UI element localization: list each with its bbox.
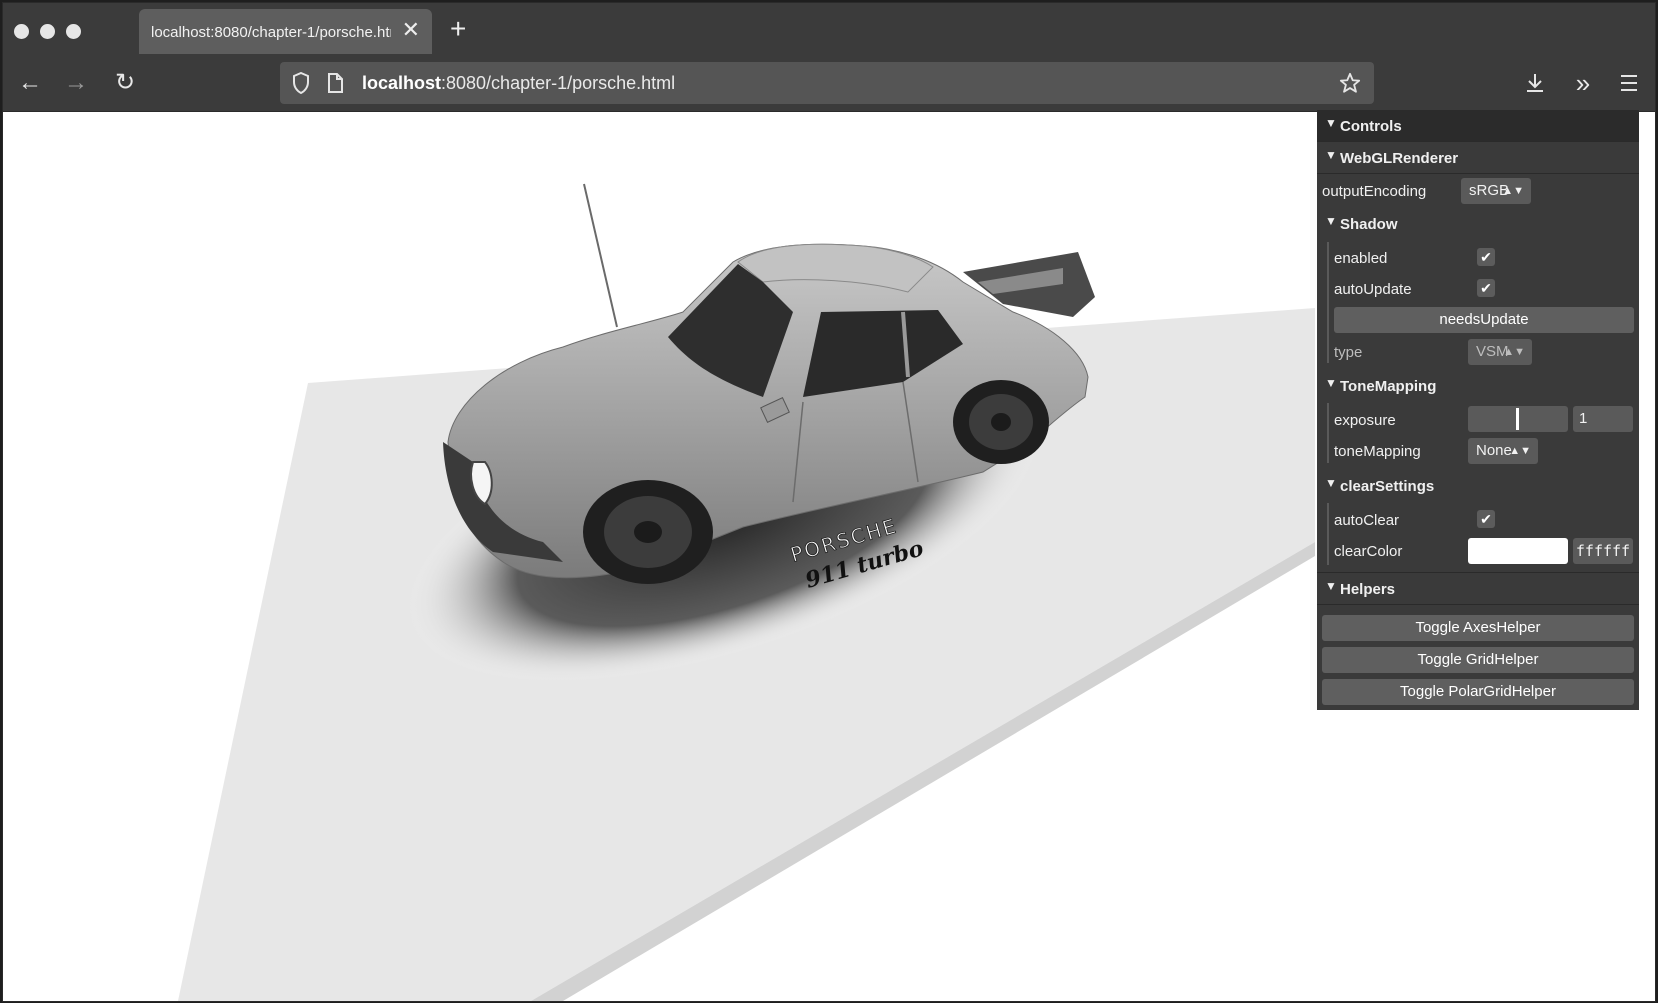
toggle-polargridhelper-button[interactable]: Toggle PolarGridHelper [1322,679,1634,705]
reload-icon[interactable]: ↻ [110,68,140,98]
shadow-enabled-label: enabled [1334,250,1388,267]
select-arrows-icon: ▲▼ [1503,346,1525,358]
needs-update-button[interactable]: needsUpdate [1334,307,1634,333]
chevron-down-icon: ▼ [1325,116,1337,130]
folder-clearsettings[interactable]: ▼ clearSettings [1317,470,1639,501]
car-front-wheel [583,480,713,584]
car-rear-wheel [953,380,1049,464]
folder-helpers[interactable]: ▼ Helpers [1317,572,1639,605]
autoclear-label: autoClear [1334,512,1400,529]
clearcolor-hex-input[interactable]: ffffff [1573,538,1633,564]
menu-icon[interactable] [1619,74,1639,92]
download-icon[interactable] [1524,72,1546,94]
url-host: localhost [362,73,442,93]
close-window-button[interactable] [14,24,29,39]
url-path: :8080/chapter-1/porsche.html [441,73,676,93]
output-encoding-select[interactable]: sRGB ▲▼ [1461,178,1531,204]
controls-panel: ▼ Controls ▼ WebGLRenderer outputEncodin… [1317,110,1639,710]
shadow-type-select[interactable]: VSM ▲▼ [1468,339,1532,365]
navigation-toolbar: ← → ↻ localhost:8080/chapter-1/porsche.h… [3,56,1655,112]
address-bar[interactable]: localhost:8080/chapter-1/porsche.html [280,62,1374,104]
output-encoding-label: outputEncoding [1322,183,1427,200]
clearcolor-row: clearColor ffffff [1317,535,1639,565]
forward-arrow-icon[interactable]: → [61,68,91,98]
tab-strip: localhost:8080/chapter-1/porsche.html ✕ … [3,3,1655,56]
shadow-type-row: type VSM ▲▼ [1317,336,1639,368]
shadow-autoupdate-label: autoUpdate [1334,281,1412,298]
tonemapping-row: toneMapping None ▲▼ [1317,435,1639,465]
tonemapping-label: toneMapping [1334,443,1421,460]
tonemapping-select[interactable]: None ▲▼ [1468,438,1538,464]
folder-shadow[interactable]: ▼ Shadow [1317,208,1639,239]
slider-handle[interactable] [1516,408,1519,430]
chevron-double-right-icon[interactable]: » [1568,68,1598,98]
browser-window: localhost:8080/chapter-1/porsche.html ✕ … [2,2,1656,1002]
shadow-enabled-checkbox[interactable]: ✔ [1477,248,1495,266]
back-arrow-icon[interactable]: ← [15,68,45,98]
url-text: localhost:8080/chapter-1/porsche.html [362,73,675,94]
exposure-number-input[interactable]: 1 [1573,406,1633,432]
maximize-window-button[interactable] [66,24,81,39]
autoclear-row: autoClear ✔ [1317,504,1639,534]
exposure-slider[interactable] [1468,406,1568,432]
select-arrows-icon: ▲▼ [1509,445,1531,457]
close-icon[interactable]: ✕ [402,19,420,41]
output-encoding-row: outputEncoding sRGB ▲▼ [1317,174,1639,208]
page-icon [328,73,343,93]
chevron-down-icon: ▼ [1325,579,1337,593]
shadow-type-label: type [1334,344,1363,361]
select-arrows-icon: ▲▼ [1502,185,1524,197]
shadow-autoupdate-row: autoUpdate ✔ [1317,274,1639,304]
exposure-label: exposure [1334,412,1396,429]
tab-porsche[interactable]: localhost:8080/chapter-1/porsche.html ✕ [139,9,432,54]
clearcolor-swatch[interactable] [1468,538,1568,564]
exposure-row: exposure 1 [1317,404,1639,434]
chevron-down-icon: ▼ [1325,214,1337,228]
star-icon[interactable] [1339,72,1361,94]
autoclear-checkbox[interactable]: ✔ [1477,510,1495,528]
folder-webglrenderer[interactable]: ▼ WebGLRenderer [1317,142,1639,174]
toggle-gridhelper-button[interactable]: Toggle GridHelper [1322,647,1634,673]
chevron-down-icon: ▼ [1325,476,1337,490]
shield-icon[interactable] [292,72,310,94]
clearcolor-label: clearColor [1334,543,1403,560]
car-antenna [583,183,618,328]
chevron-down-icon: ▼ [1325,376,1337,390]
shadow-enabled-row: enabled ✔ [1317,243,1639,273]
minimize-window-button[interactable] [40,24,55,39]
chevron-down-icon: ▼ [1325,148,1337,162]
folder-tonemapping[interactable]: ▼ ToneMapping [1317,370,1639,401]
shadow-autoupdate-checkbox[interactable]: ✔ [1477,279,1495,297]
folder-controls[interactable]: ▼ Controls [1317,110,1639,142]
new-tab-icon[interactable]: + [450,15,466,43]
tab-title: localhost:8080/chapter-1/porsche.html [151,24,391,41]
toggle-axeshelper-button[interactable]: Toggle AxesHelper [1322,615,1634,641]
